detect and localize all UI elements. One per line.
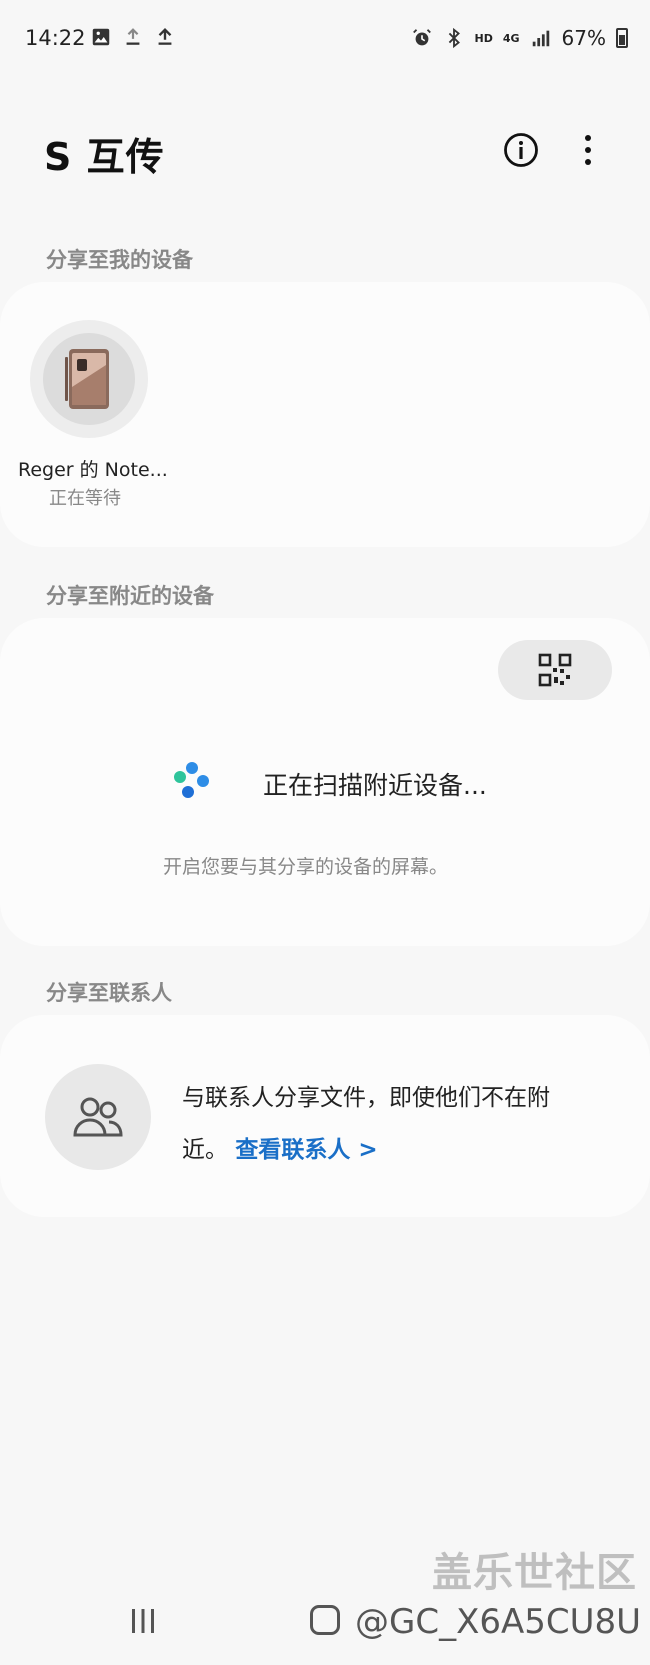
device-avatar[interactable] (30, 320, 148, 438)
watermark-site: 盖乐世社区 (432, 1550, 637, 1596)
image-icon (92, 28, 110, 46)
contacts-avatar (45, 1064, 151, 1170)
qr-code-icon (538, 653, 572, 687)
hd-label: HD (474, 31, 493, 45)
info-icon[interactable] (503, 132, 539, 168)
notification-icons (90, 26, 176, 48)
recents-icon[interactable] (128, 1606, 158, 1636)
contacts-description: 与联系人分享文件，即使他们不在附近。 查看联系人 > (182, 1072, 592, 1176)
battery-percent: 67% (561, 26, 606, 50)
page-title: S 互传 (44, 135, 165, 179)
device-name: Reger 的 Note... (18, 459, 168, 481)
battery-icon (616, 28, 628, 48)
section-label-my-devices: 分享至我的设备 (46, 248, 193, 272)
system-icons: HD 4G 67% (411, 26, 628, 50)
home-button[interactable] (310, 1605, 340, 1635)
contacts-icon (73, 1097, 123, 1137)
phone-icon (65, 349, 109, 409)
section-label-nearby: 分享至附近的设备 (46, 584, 214, 608)
signal-icon (532, 30, 549, 47)
view-contacts-link[interactable]: 查看联系人 > (235, 1137, 377, 1163)
status-bar: 14:22 HD 4G 67% (0, 0, 650, 80)
4g-label: 4G (502, 31, 520, 45)
watermark-user: @GC_X6A5CU8U (355, 1602, 642, 1642)
scanning-indicator-icon (174, 762, 209, 798)
download-icon (126, 28, 140, 45)
upload-icon (158, 27, 172, 45)
more-vertical-icon[interactable] (576, 132, 600, 168)
qr-code-button[interactable] (498, 640, 612, 700)
scanning-text: 正在扫描附近设备... (263, 771, 487, 800)
status-time: 14:22 (25, 26, 86, 50)
section-label-contacts: 分享至联系人 (46, 981, 172, 1005)
alarm-icon (412, 29, 431, 46)
scanning-hint: 开启您要与其分享的设备的屏幕。 (163, 856, 449, 878)
bluetooth-icon (448, 27, 460, 49)
device-avatar-inner (43, 333, 135, 425)
device-status: 正在等待 (49, 488, 121, 509)
